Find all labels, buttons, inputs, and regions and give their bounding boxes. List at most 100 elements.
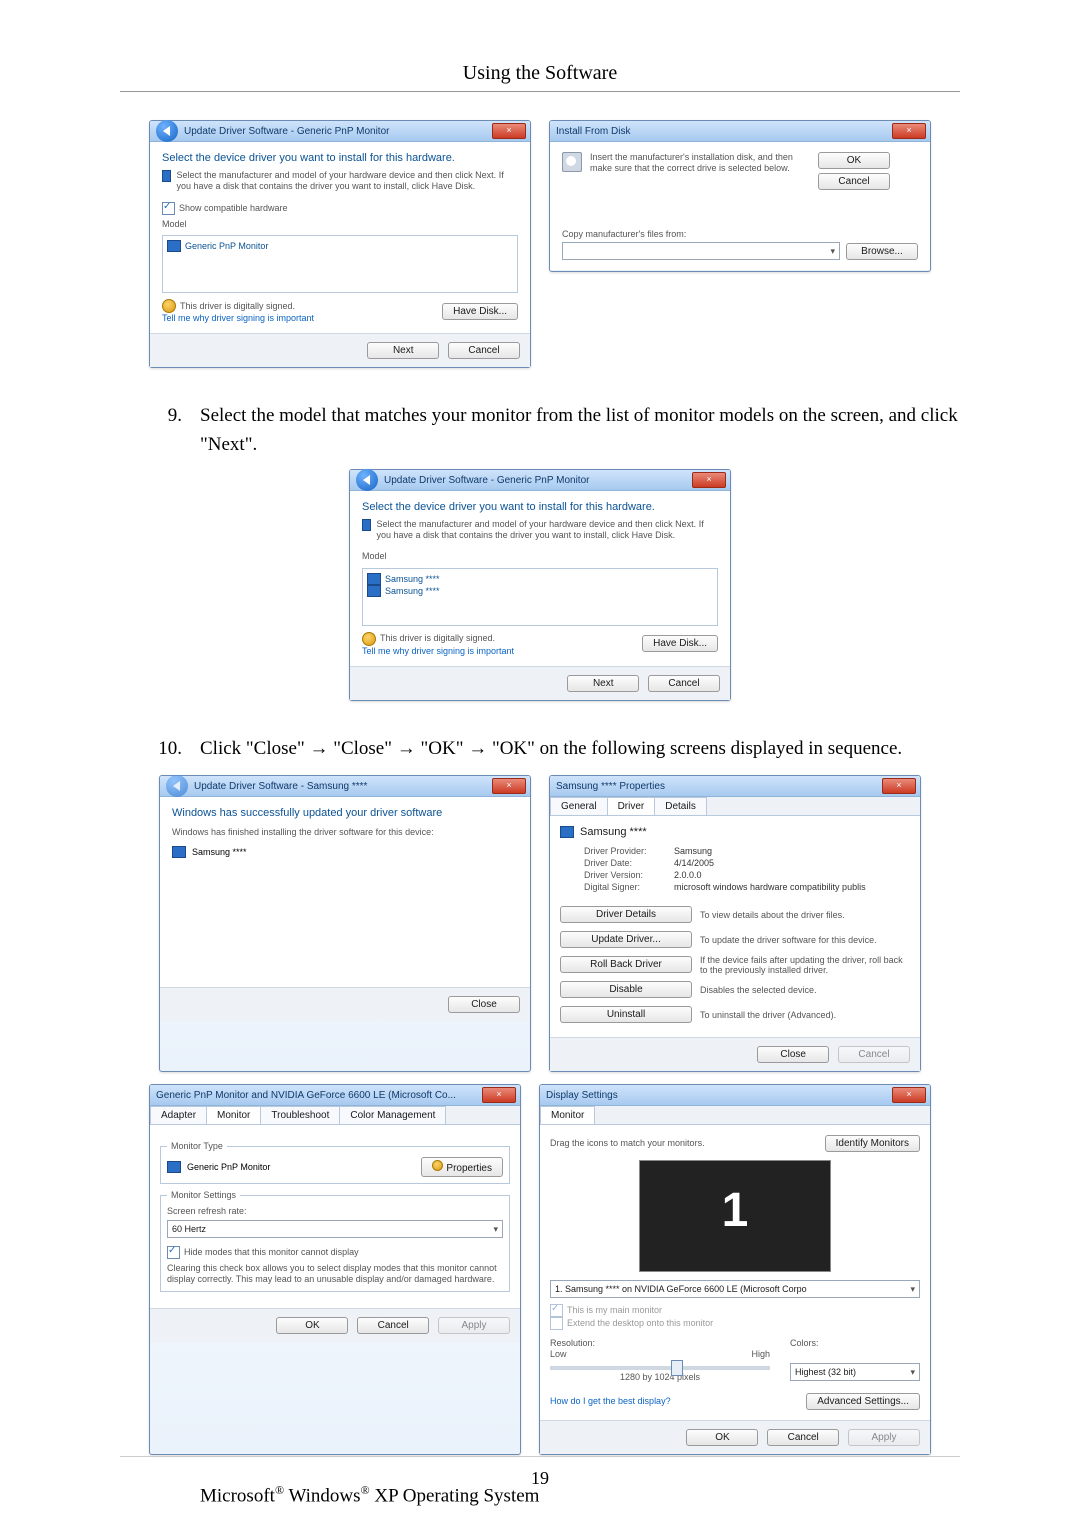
tab-color[interactable]: Color Management bbox=[339, 1106, 446, 1124]
back-icon[interactable] bbox=[156, 120, 178, 142]
close-icon[interactable]: × bbox=[882, 778, 916, 794]
close-icon[interactable]: × bbox=[492, 123, 526, 139]
close-icon[interactable]: × bbox=[482, 1087, 516, 1103]
tab-troubleshoot[interactable]: Troubleshoot bbox=[260, 1106, 340, 1124]
copy-from-label: Copy manufacturer's files from: bbox=[562, 229, 918, 240]
monitor-name: Generic PnP Monitor bbox=[187, 1162, 270, 1173]
window-title: Generic PnP Monitor and NVIDIA GeForce 6… bbox=[156, 1090, 456, 1101]
list-item[interactable]: Samsung **** bbox=[385, 586, 440, 596]
hide-modes-checkbox[interactable] bbox=[167, 1246, 180, 1259]
next-button[interactable]: Next bbox=[567, 675, 639, 692]
hide-modes-label: Hide modes that this monitor cannot disp… bbox=[184, 1247, 359, 1257]
uninstall-button[interactable]: Uninstall bbox=[560, 1006, 692, 1023]
legend: Monitor Settings bbox=[167, 1190, 240, 1200]
tab-driver[interactable]: Driver bbox=[607, 797, 656, 815]
best-display-link[interactable]: How do I get the best display? bbox=[550, 1396, 671, 1406]
footer-rule bbox=[120, 1456, 960, 1457]
monitor-icon bbox=[560, 826, 574, 838]
rollback-button[interactable]: Roll Back Driver bbox=[560, 956, 692, 973]
refresh-rate-select[interactable]: 60 Hertz bbox=[167, 1220, 503, 1238]
back-icon[interactable] bbox=[356, 469, 378, 491]
browse-button[interactable]: Browse... bbox=[846, 243, 918, 260]
step-text: Select the model that matches your monit… bbox=[200, 402, 960, 459]
cancel-button[interactable]: Cancel bbox=[767, 1429, 839, 1446]
refresh-label: Screen refresh rate: bbox=[167, 1206, 503, 1217]
shield-icon bbox=[362, 632, 376, 646]
close-icon[interactable]: × bbox=[892, 1087, 926, 1103]
ok-button[interactable]: OK bbox=[818, 152, 890, 169]
main-monitor-label: This is my main monitor bbox=[567, 1305, 662, 1315]
ok-button[interactable]: OK bbox=[686, 1429, 758, 1446]
window-title: Update Driver Software - Samsung **** bbox=[194, 781, 367, 792]
value: 2.0.0.0 bbox=[674, 870, 702, 880]
tab-monitor[interactable]: Monitor bbox=[540, 1106, 595, 1124]
next-button[interactable]: Next bbox=[367, 342, 439, 359]
tab-details[interactable]: Details bbox=[654, 797, 707, 815]
list-item[interactable]: Samsung **** bbox=[385, 574, 440, 584]
dialog-message: Insert the manufacturer's installation d… bbox=[590, 152, 810, 190]
step-text: Click "Close" → "Close" → "OK" → "OK" on… bbox=[200, 735, 960, 764]
update-driver-button[interactable]: Update Driver... bbox=[560, 931, 692, 948]
tab-general[interactable]: General bbox=[550, 797, 608, 815]
model-list[interactable]: Generic PnP Monitor bbox=[162, 235, 518, 293]
monitor-properties-dialog: Generic PnP Monitor and NVIDIA GeForce 6… bbox=[149, 1084, 521, 1454]
colors-label: Colors: bbox=[790, 1338, 920, 1349]
model-list[interactable]: Samsung **** Samsung **** bbox=[362, 568, 718, 626]
tab-monitor[interactable]: Monitor bbox=[206, 1106, 261, 1124]
monitor-icon bbox=[367, 573, 381, 585]
step-number: 10. bbox=[120, 735, 200, 764]
display-settings-dialog: Display Settings × Monitor Drag the icon… bbox=[539, 1084, 931, 1454]
have-disk-button[interactable]: Have Disk... bbox=[642, 635, 718, 652]
have-disk-button[interactable]: Have Disk... bbox=[442, 303, 518, 320]
advanced-button[interactable]: Advanced Settings... bbox=[806, 1393, 920, 1410]
window-title: Samsung **** Properties bbox=[556, 781, 665, 792]
close-icon[interactable]: × bbox=[492, 778, 526, 794]
close-button[interactable]: Close bbox=[757, 1046, 829, 1063]
properties-button[interactable]: Properties bbox=[421, 1157, 503, 1177]
monitor-icon bbox=[172, 846, 186, 858]
ok-button[interactable]: OK bbox=[276, 1317, 348, 1334]
path-input[interactable] bbox=[562, 242, 840, 260]
label: Driver Date: bbox=[584, 858, 674, 868]
signing-link[interactable]: Tell me why driver signing is important bbox=[162, 313, 314, 323]
cancel-button[interactable]: Cancel bbox=[448, 342, 520, 359]
tab-adapter[interactable]: Adapter bbox=[150, 1106, 207, 1124]
done-sub: Windows has finished installing the driv… bbox=[172, 827, 518, 838]
monitor-preview[interactable]: 1 bbox=[639, 1160, 831, 1272]
desc: If the device fails after updating the d… bbox=[700, 955, 910, 975]
list-item[interactable]: Generic PnP Monitor bbox=[185, 241, 268, 251]
page-number: 19 bbox=[0, 1468, 1080, 1489]
cancel-button: Cancel bbox=[838, 1046, 910, 1063]
cancel-button[interactable]: Cancel bbox=[648, 675, 720, 692]
monitor-settings-group: Monitor Settings Screen refresh rate: 60… bbox=[160, 1190, 510, 1291]
label: Digital Signer: bbox=[584, 882, 674, 892]
cancel-button[interactable]: Cancel bbox=[357, 1317, 429, 1334]
hide-modes-note: Clearing this check box allows you to se… bbox=[167, 1263, 503, 1285]
desc: To uninstall the driver (Advanced). bbox=[700, 1010, 910, 1020]
signing-link[interactable]: Tell me why driver signing is important bbox=[362, 646, 514, 656]
drag-label: Drag the icons to match your monitors. bbox=[550, 1138, 705, 1149]
monitor-select[interactable]: 1. Samsung **** on NVIDIA GeForce 6600 L… bbox=[550, 1280, 920, 1298]
resolution-slider[interactable] bbox=[550, 1366, 770, 1370]
identify-button[interactable]: Identify Monitors bbox=[825, 1135, 920, 1152]
done-heading: Windows has successfully updated your dr… bbox=[172, 807, 518, 819]
close-button[interactable]: Close bbox=[448, 996, 520, 1013]
shield-icon bbox=[432, 1160, 443, 1171]
monitor-icon bbox=[167, 240, 181, 252]
legend: Monitor Type bbox=[167, 1141, 227, 1151]
close-icon[interactable]: × bbox=[892, 123, 926, 139]
column-header: Model bbox=[362, 551, 718, 562]
window-title: Update Driver Software - Generic PnP Mon… bbox=[384, 475, 589, 486]
disable-button[interactable]: Disable bbox=[560, 981, 692, 998]
monitor-number: 1 bbox=[640, 1161, 830, 1261]
monitor-icon bbox=[167, 1161, 181, 1173]
colors-select[interactable]: Highest (32 bit) bbox=[790, 1363, 920, 1381]
resolution-label: Resolution: bbox=[550, 1338, 770, 1349]
apply-button: Apply bbox=[848, 1429, 920, 1446]
driver-details-button[interactable]: Driver Details bbox=[560, 906, 692, 923]
desc: Disables the selected device. bbox=[700, 985, 910, 995]
slider-thumb[interactable] bbox=[671, 1360, 683, 1376]
close-icon[interactable]: × bbox=[692, 472, 726, 488]
show-compatible-checkbox[interactable] bbox=[162, 202, 175, 215]
cancel-button[interactable]: Cancel bbox=[818, 173, 890, 190]
